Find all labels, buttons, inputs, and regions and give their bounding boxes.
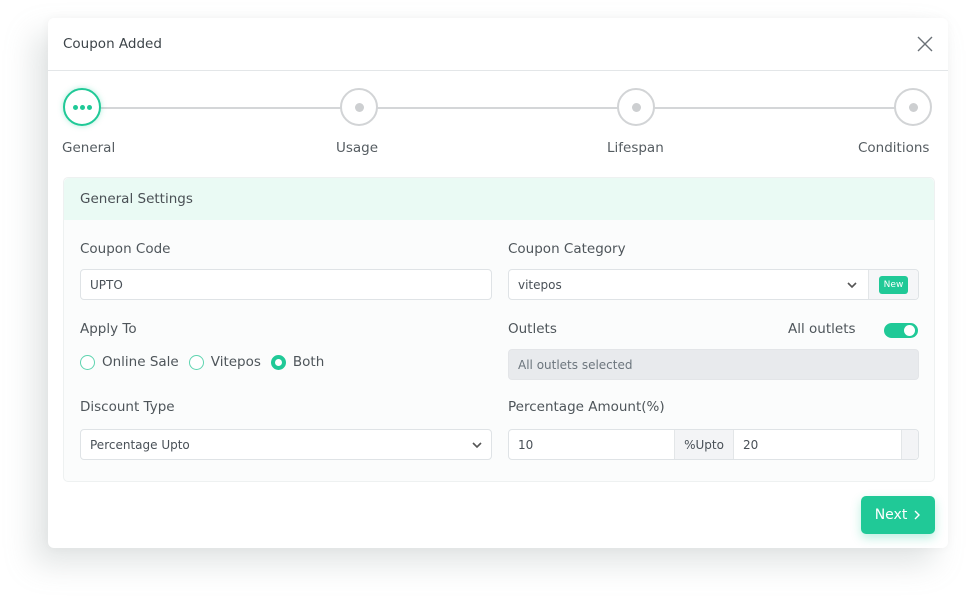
chevron-down-icon: [847, 282, 857, 289]
outlets-label: Outlets: [508, 321, 557, 337]
step-circle-active: [63, 88, 101, 126]
modal-header: Coupon Added: [48, 18, 948, 71]
new-category-button[interactable]: New: [878, 275, 909, 294]
discount-type-select[interactable]: Percentage Upto: [80, 429, 492, 460]
chevron-right-icon: [914, 510, 921, 520]
apply-to-label: Apply To: [80, 321, 137, 337]
coupon-category-label: Coupon Category: [508, 241, 626, 257]
radio-vitepos[interactable]: Vitepos: [188, 354, 261, 370]
coupon-category-select[interactable]: vitepos New: [508, 269, 919, 300]
dot-icon: [354, 102, 364, 112]
radio-label: Vitepos: [210, 354, 261, 370]
chevron-down-icon: [472, 442, 482, 449]
next-label: Next: [874, 507, 908, 523]
discount-type-value: Percentage Upto: [90, 437, 190, 452]
coupon-category-value: vitepos: [518, 277, 562, 292]
coupon-modal: Coupon Added General Usage Lifespan Cond…: [48, 18, 948, 548]
card-header: General Settings: [64, 178, 934, 220]
coupon-code-value: UPTO: [90, 277, 123, 292]
dot-icon: [908, 102, 918, 112]
upto-amount-input[interactable]: 20: [743, 438, 758, 452]
discount-type-label: Discount Type: [80, 399, 175, 415]
step-label-conditions: Conditions: [858, 140, 930, 156]
percentage-amount-input[interactable]: 10: [518, 438, 533, 452]
trailing-addon: [901, 430, 918, 459]
coupon-code-label: Coupon Code: [80, 241, 171, 257]
next-button[interactable]: Next: [861, 496, 935, 534]
apply-to-radio-group: Online Sale Vitepos Both: [80, 354, 334, 370]
dot-icon: [631, 102, 641, 112]
radio-circle-icon: [188, 354, 204, 370]
radio-online-sale[interactable]: Online Sale: [80, 354, 179, 370]
outlets-select: All outlets selected: [508, 349, 919, 380]
stepper-line: [82, 107, 915, 109]
radio-label: Online Sale: [102, 354, 179, 370]
close-button[interactable]: [914, 33, 936, 55]
more-dots-icon: [72, 104, 92, 110]
stepper: [48, 71, 948, 176]
percentage-amount-label: Percentage Amount(%): [508, 399, 665, 415]
modal-title: Coupon Added: [63, 36, 162, 52]
step-label-usage: Usage: [336, 140, 379, 156]
step-label-general: General: [62, 140, 116, 156]
step-conditions[interactable]: [894, 88, 934, 128]
percentage-amount-group: 10 %Upto 20: [508, 429, 919, 460]
radio-checked-icon: [270, 354, 286, 370]
outlets-placeholder: All outlets selected: [518, 357, 633, 372]
upto-addon: %Upto: [674, 430, 734, 459]
step-circle: [340, 88, 378, 126]
radio-both[interactable]: Both: [270, 354, 325, 370]
all-outlets-label: All outlets: [788, 321, 856, 337]
step-lifespan[interactable]: [617, 88, 657, 128]
step-circle: [894, 88, 932, 126]
new-button-wrapper: New: [868, 270, 918, 299]
close-icon: [917, 36, 933, 52]
toggle-knob: [904, 325, 915, 336]
radio-circle-icon: [80, 354, 95, 370]
radio-label: Both: [292, 354, 325, 370]
step-label-lifespan: Lifespan: [607, 140, 664, 156]
general-settings-card: General Settings Coupon Code UPTO Coupon…: [63, 177, 935, 482]
step-general[interactable]: [63, 88, 103, 128]
all-outlets-toggle[interactable]: [884, 323, 918, 338]
coupon-code-input[interactable]: UPTO: [80, 269, 492, 300]
step-circle: [617, 88, 655, 126]
step-usage[interactable]: [340, 88, 380, 128]
